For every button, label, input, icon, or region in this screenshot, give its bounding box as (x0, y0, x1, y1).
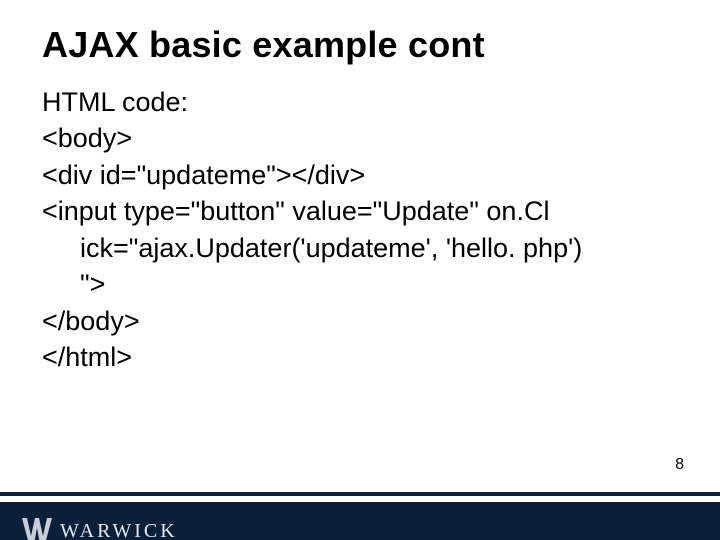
page-number: 8 (675, 456, 684, 474)
code-line: "> (42, 266, 690, 302)
warwick-wordmark: WARWICK (60, 520, 178, 540)
footer-band: WARWICK (0, 502, 720, 540)
code-line: ick="ajax.Updater('updateme', 'hello. ph… (42, 230, 690, 266)
code-line: <div id="updateme"></div> (42, 157, 690, 193)
slide-title: AJAX basic example cont (42, 24, 720, 66)
slide: AJAX basic example cont HTML code: <body… (0, 24, 720, 540)
code-line: <body> (42, 120, 690, 156)
code-line: </body> (42, 303, 690, 339)
code-line: </html> (42, 339, 690, 375)
code-line: <input type="button" value="Update" on.C… (42, 193, 690, 229)
code-line: HTML code: (42, 84, 690, 120)
slide-body: HTML code: <body> <div id="updateme"></d… (42, 84, 690, 376)
warwick-w-icon (22, 516, 52, 540)
warwick-logo: WARWICK (22, 516, 178, 540)
footer: WARWICK (0, 492, 720, 540)
